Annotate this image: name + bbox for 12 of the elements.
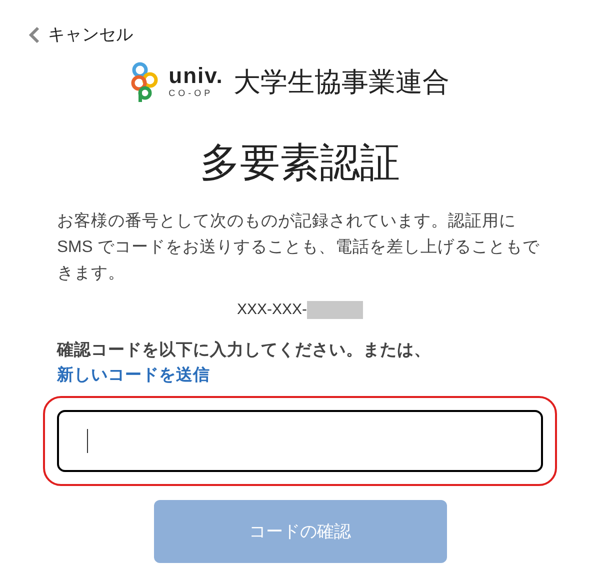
instruction-text: 確認コードを以下に入力してください。または、 新しいコードを送信 — [57, 340, 432, 386]
phone-number: XXX-XXX- — [236, 300, 308, 320]
description-text: お客様の番号として次のものが記録されています。認証用に SMS でコードをお送りすることも、電話を差し上げることもできます。 — [57, 211, 540, 284]
logo-circles-icon — [130, 62, 159, 102]
resend-code-link[interactable]: 新しいコードを送信 — [57, 366, 210, 384]
logo-wordmark: univ. — [168, 65, 224, 88]
cancel-button[interactable]: キャンセル — [28, 22, 133, 48]
logo-subtitle: CO-OP — [168, 89, 214, 98]
page-title: 多要素認証 — [199, 140, 401, 187]
logo-name: 大学生協事業連合 — [233, 66, 450, 98]
back-chevron-icon — [28, 26, 40, 44]
code-input-field[interactable] — [57, 410, 543, 472]
